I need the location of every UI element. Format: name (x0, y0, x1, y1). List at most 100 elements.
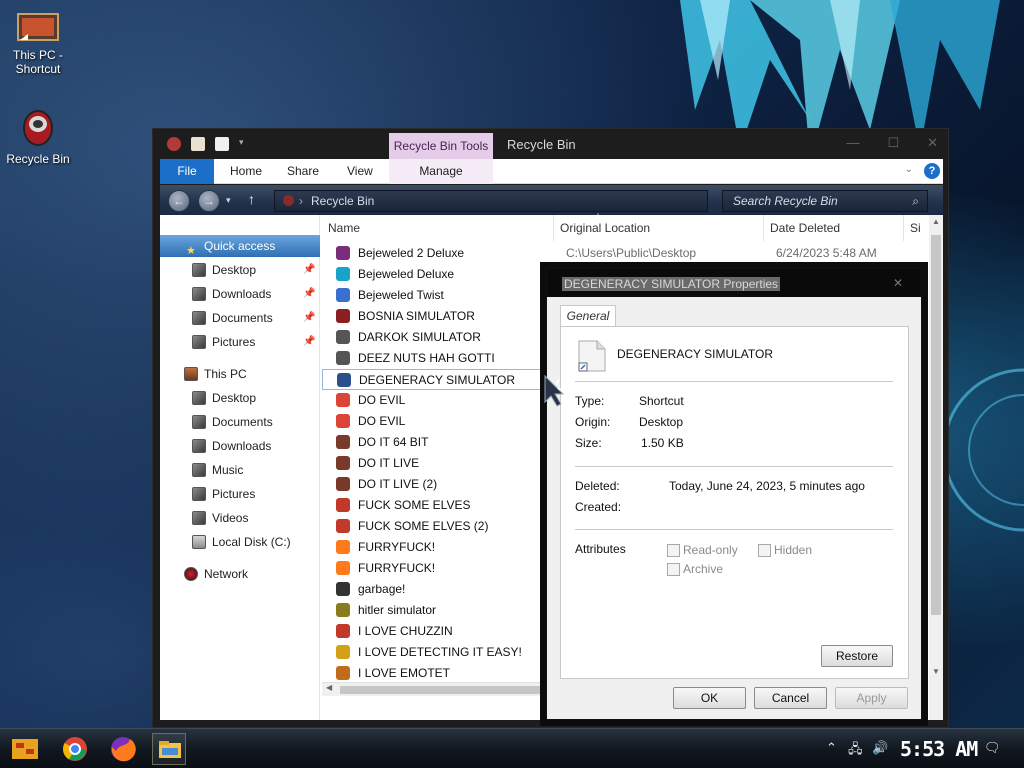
up-arrow-icon[interactable]: ↑ (248, 191, 255, 207)
tab-file[interactable]: File (160, 159, 214, 184)
search-input[interactable]: Search Recycle Bin ⌕ (722, 190, 928, 212)
tab-share[interactable]: Share (287, 159, 319, 184)
expand-ribbon-icon[interactable]: ⌄ (905, 164, 913, 175)
scroll-down-icon[interactable]: ▼ (932, 667, 940, 676)
chevron-up-icon[interactable]: ⌃ (826, 740, 837, 756)
column-header-name[interactable]: Name (322, 215, 554, 241)
firefox-icon[interactable] (106, 733, 140, 765)
scroll-up-icon[interactable]: ▲ (932, 217, 940, 226)
notifications-icon[interactable]: 🗨 (984, 740, 1001, 756)
created-label: Created: (575, 500, 622, 514)
sidebar-item-network[interactable]: Network (160, 563, 320, 585)
ok-button[interactable]: OK (673, 687, 746, 709)
sidebar-item-downloads[interactable]: Downloads 📌 (160, 283, 320, 305)
general-panel: DEGENERACY SIMULATOR Type: Shortcut Orig… (560, 326, 909, 679)
file-icon (336, 498, 350, 512)
properties-dialog: DEGENERACY SIMULATOR Properties ✕ Genera… (546, 268, 922, 720)
readonly-checkbox[interactable]: Read-only (667, 543, 738, 557)
pin-icon[interactable]: 📌 (303, 283, 315, 305)
file-icon (336, 645, 350, 659)
file-icon (336, 519, 350, 533)
tab-manage[interactable]: Manage (389, 159, 493, 184)
file-icon (336, 561, 350, 575)
file-icon (336, 246, 350, 260)
sidebar-item-pc-videos[interactable]: Videos (160, 507, 320, 529)
file-icon (336, 540, 350, 554)
vertical-scrollbar[interactable]: ▲ ▼ (929, 215, 943, 720)
file-name: DO EVIL (358, 393, 406, 407)
horizontal-scroll-thumb[interactable] (340, 686, 540, 694)
column-header-size[interactable]: Si (904, 215, 928, 241)
sidebar-item-pc-downloads[interactable]: Downloads (160, 435, 320, 457)
start-button-icon[interactable] (8, 733, 42, 765)
minimize-icon[interactable]: — (846, 135, 859, 151)
pin-icon[interactable]: 📌 (303, 307, 315, 329)
volume-icon[interactable]: 🔊 (872, 740, 888, 756)
taskbar-clock[interactable]: 5:53 AM (900, 737, 978, 761)
column-header-original-location[interactable]: Original Location (554, 215, 764, 241)
desktop-icon-this-pc[interactable]: This PC - Shortcut (0, 12, 76, 76)
recycle-bin-label: Recycle Bin (6, 152, 70, 166)
file-name: DEGENERACY SIMULATOR (359, 373, 516, 387)
pictures-folder-icon (192, 487, 206, 501)
file-name: DO IT 64 BIT (358, 435, 429, 449)
folder-icon (159, 741, 181, 758)
sidebar-item-pc-desktop[interactable]: Desktop (160, 387, 320, 409)
recycle-bin-tools-tab[interactable]: Recycle Bin Tools (389, 133, 493, 160)
network-tray-icon[interactable]: 🖧 (848, 740, 863, 762)
quick-access-toolbar: ▾ (167, 137, 244, 151)
sidebar-item-pc-music[interactable]: Music (160, 459, 320, 481)
file-name: FUCK SOME ELVES (2) (358, 519, 489, 533)
restore-button[interactable]: Restore (821, 645, 893, 667)
tab-home[interactable]: Home (230, 159, 262, 184)
recent-locations-icon[interactable]: ▾ (226, 195, 231, 206)
back-button[interactable]: ← (168, 190, 190, 212)
search-icon[interactable]: ⌕ (912, 191, 919, 211)
sidebar-item-pictures[interactable]: Pictures 📌 (160, 331, 320, 353)
column-header-date-deleted[interactable]: Date Deleted (764, 215, 904, 241)
file-explorer-taskbar-button[interactable] (152, 733, 186, 765)
horizontal-scrollbar[interactable]: ◀ (322, 682, 547, 696)
origin-value: Desktop (639, 415, 684, 429)
pin-icon[interactable]: 📌 (303, 331, 315, 353)
help-icon[interactable]: ? (924, 163, 940, 179)
sidebar-item-local-disk[interactable]: Local Disk (C:) (160, 531, 320, 553)
properties-icon[interactable] (191, 137, 205, 151)
close-icon[interactable]: ✕ (927, 135, 938, 151)
tab-general[interactable]: General (560, 305, 616, 327)
file-icon (336, 288, 350, 302)
hidden-checkbox[interactable]: Hidden (758, 543, 812, 557)
address-field[interactable]: › Recycle Bin (274, 190, 708, 212)
tab-view[interactable]: View (347, 159, 373, 184)
recycle-bin-small-icon (283, 195, 294, 206)
table-row[interactable]: DEGENERACY SIMULATOR (322, 369, 548, 390)
sidebar-item-documents[interactable]: Documents 📌 (160, 307, 320, 329)
sidebar-item-pc-pictures[interactable]: Pictures (160, 483, 320, 505)
scroll-thumb[interactable] (931, 235, 941, 615)
maximize-icon[interactable]: ☐ (887, 135, 899, 151)
file-icon (336, 330, 350, 344)
file-name: BOSNIA SIMULATOR (358, 309, 475, 323)
scroll-left-icon[interactable]: ◀ (326, 683, 332, 692)
address-text: Recycle Bin (311, 194, 375, 208)
forward-button[interactable]: → (198, 190, 220, 212)
apply-button[interactable]: Apply (835, 687, 908, 709)
explorer-titlebar[interactable]: ▾ Recycle Bin Tools Recycle Bin — ☐ ✕ (153, 129, 948, 160)
file-icon (336, 582, 350, 596)
chevron-down-icon[interactable]: ▾ (239, 137, 244, 151)
new-folder-icon[interactable] (215, 137, 229, 151)
close-icon[interactable]: ✕ (893, 276, 903, 290)
sidebar-item-quick-access[interactable]: ★ Quick access (160, 235, 320, 257)
sidebar-item-pc-documents[interactable]: Documents (160, 411, 320, 433)
cancel-button[interactable]: Cancel (754, 687, 827, 709)
separator (575, 529, 893, 530)
sidebar-item-desktop[interactable]: Desktop 📌 (160, 259, 320, 281)
archive-checkbox[interactable]: Archive (667, 562, 723, 576)
dialog-titlebar[interactable]: DEGENERACY SIMULATOR Properties ✕ (547, 269, 921, 297)
pin-icon[interactable]: 📌 (303, 259, 315, 281)
sidebar-item-this-pc[interactable]: This PC (160, 363, 320, 385)
address-bar-area: ← → ▾ ↑ › Recycle Bin Search Recycle Bin… (160, 185, 943, 215)
desktop-icon-recycle-bin[interactable]: Recycle Bin (0, 106, 76, 166)
chrome-icon[interactable] (58, 733, 92, 765)
table-row[interactable]: Bejeweled 2 Deluxe C:\Users\Public\Deskto… (322, 243, 882, 264)
